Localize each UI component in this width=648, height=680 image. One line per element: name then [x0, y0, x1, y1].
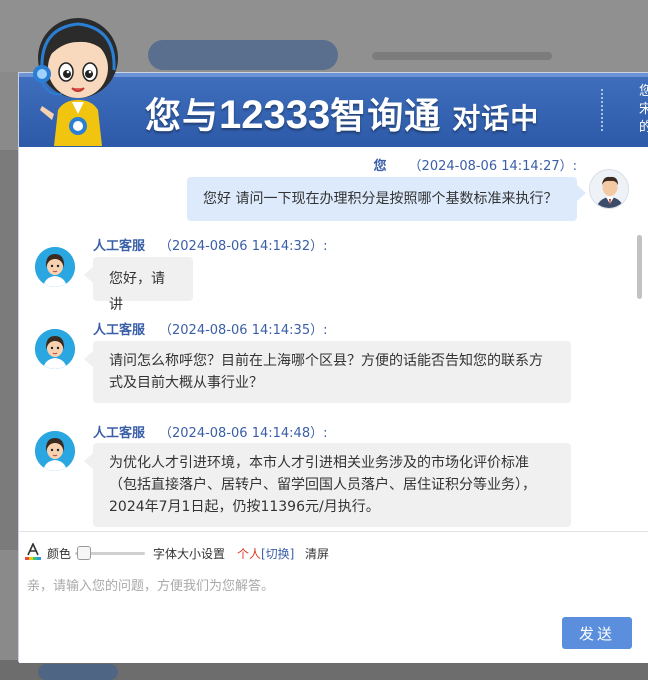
agent-person-icon: [35, 431, 75, 471]
title-prefix: 您与: [145, 95, 220, 136]
background-logo: [148, 40, 338, 70]
user-avatar: [589, 169, 629, 209]
clear-screen-button[interactable]: 清屏: [305, 545, 329, 562]
agent-avatar: [35, 247, 75, 287]
title-number: 12333: [219, 93, 331, 137]
agent-avatar: [35, 431, 75, 471]
font-size-label: 字体大小设置: [153, 547, 226, 561]
background-text: [372, 52, 552, 60]
agent-message-bubble: 为优化人才引进环境，本市人才引进相关业务涉及的市场化评价标准（包括直接落户、居转…: [84, 443, 571, 527]
message-timestamp: （2024-08-06 14:14:48）:: [159, 426, 328, 441]
agent-message-meta: 人工客服 （2024-08-06 14:14:32）:: [93, 235, 327, 254]
personal-label: 个人: [237, 547, 262, 561]
agent-avatar: [35, 329, 75, 369]
send-button[interactable]: 发送: [562, 617, 632, 649]
agent-name: 人工客服: [93, 239, 146, 254]
message-list[interactable]: 您 （2024-08-06 14:14:27）: 您好 请问一下现在办理积分是按照…: [19, 147, 648, 531]
agent-name: 人工客服: [93, 426, 146, 441]
chat-scrollbar-thumb[interactable]: [637, 235, 642, 299]
message-input[interactable]: [27, 571, 627, 611]
color-label[interactable]: 颜色: [47, 545, 71, 562]
user-message-meta: 您 （2024-08-06 14:14:27）:: [374, 155, 577, 174]
chat-dialog: 您与12333智询通 对话中 您宋的 您 （2024-08-06 14:14:27…: [18, 72, 648, 663]
slider-knob[interactable]: [77, 546, 91, 560]
message-timestamp: （2024-08-06 14:14:27）:: [408, 159, 577, 174]
title-suffix: 对话中: [452, 103, 540, 134]
font-size-slider[interactable]: [75, 546, 145, 560]
background-sidebar: [0, 150, 18, 550]
message-input-area: 发送: [19, 571, 648, 663]
user-name: 您: [373, 159, 387, 174]
font-color-icon[interactable]: [25, 543, 41, 561]
agent-person-icon: [35, 329, 75, 369]
header-title: 您与12333智询通 对话中: [145, 87, 539, 139]
switch-link[interactable]: [切换]: [261, 545, 294, 562]
agent-message-bubble: 您好，请讲: [84, 257, 193, 313]
agent-message-meta: 人工客服 （2024-08-06 14:14:48）:: [93, 422, 327, 441]
chat-toolbar: 颜色 字体大小设置 个人 [切换] 清屏: [19, 531, 648, 571]
background-footer-logo: [38, 664, 118, 680]
user-message-bubble: 您好 请问一下现在办理积分是按照哪个基数标准来执行？: [187, 177, 586, 221]
message-timestamp: （2024-08-06 14:14:32）:: [159, 239, 328, 254]
header-divider: [601, 89, 603, 131]
title-brand: 智询通: [330, 95, 442, 136]
mascot-icon: [33, 18, 118, 146]
header-side-text: 您宋的: [639, 84, 648, 135]
agent-message-meta: 人工客服 （2024-08-06 14:14:35）:: [93, 319, 327, 338]
agent-person-icon: [35, 247, 75, 287]
agent-message-bubble: 请问怎么称呼您？目前在上海哪个区县？方便的话能否告知您的联系方式及目前大概从事行…: [84, 341, 571, 403]
agent-name: 人工客服: [93, 323, 146, 338]
chat-scrollbar[interactable]: [635, 147, 643, 531]
message-timestamp: （2024-08-06 14:14:35）:: [159, 323, 328, 338]
user-person-icon: [590, 170, 628, 208]
